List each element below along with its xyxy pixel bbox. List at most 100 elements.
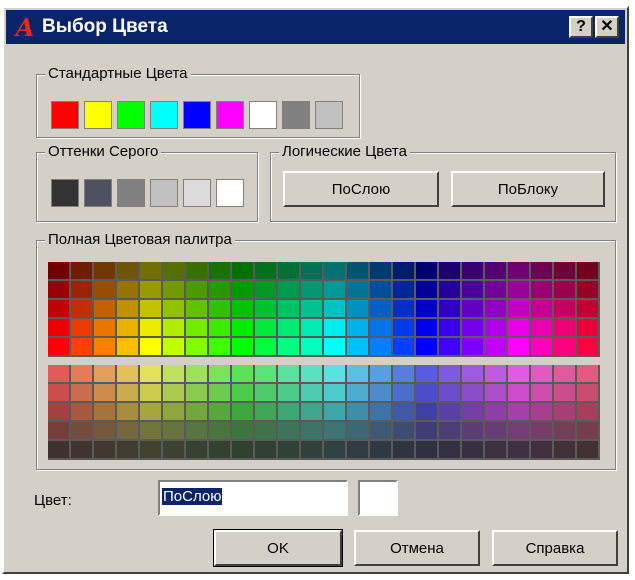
palette-color-cell[interactable] xyxy=(347,281,370,300)
ok-button[interactable]: OK xyxy=(213,529,343,567)
palette-color-cell[interactable] xyxy=(531,403,554,422)
palette-color-cell[interactable] xyxy=(209,319,232,338)
standard-color-swatch[interactable] xyxy=(150,101,178,129)
palette-color-cell[interactable] xyxy=(577,365,600,384)
palette-color-cell[interactable] xyxy=(255,281,278,300)
palette-color-cell[interactable] xyxy=(462,441,485,460)
palette-color-cell[interactable] xyxy=(416,262,439,281)
palette-color-cell[interactable] xyxy=(324,403,347,422)
palette-color-cell[interactable] xyxy=(324,422,347,441)
palette-color-cell[interactable] xyxy=(393,338,416,357)
palette-color-cell[interactable] xyxy=(416,281,439,300)
palette-color-cell[interactable] xyxy=(94,319,117,338)
gray-shade-swatch[interactable] xyxy=(51,179,79,207)
palette-color-cell[interactable] xyxy=(508,338,531,357)
palette-color-cell[interactable] xyxy=(301,441,324,460)
palette-color-cell[interactable] xyxy=(393,281,416,300)
palette-color-cell[interactable] xyxy=(232,319,255,338)
palette-color-cell[interactable] xyxy=(531,441,554,460)
palette-color-cell[interactable] xyxy=(209,262,232,281)
palette-color-cell[interactable] xyxy=(232,281,255,300)
palette-color-cell[interactable] xyxy=(554,403,577,422)
palette-color-cell[interactable] xyxy=(71,281,94,300)
palette-color-cell[interactable] xyxy=(531,338,554,357)
palette-color-cell[interactable] xyxy=(485,319,508,338)
palette-color-cell[interactable] xyxy=(485,281,508,300)
standard-color-swatch[interactable] xyxy=(249,101,277,129)
palette-color-cell[interactable] xyxy=(393,262,416,281)
palette-color-cell[interactable] xyxy=(48,338,71,357)
palette-color-cell[interactable] xyxy=(324,441,347,460)
palette-color-cell[interactable] xyxy=(48,403,71,422)
palette-color-cell[interactable] xyxy=(278,422,301,441)
byblock-button[interactable]: ПоБлоку xyxy=(451,171,605,207)
palette-color-cell[interactable] xyxy=(439,338,462,357)
palette-color-cell[interactable] xyxy=(416,338,439,357)
palette-color-cell[interactable] xyxy=(554,319,577,338)
palette-color-cell[interactable] xyxy=(577,441,600,460)
palette-color-cell[interactable] xyxy=(324,365,347,384)
close-button[interactable]: ✕ xyxy=(595,16,619,38)
palette-color-cell[interactable] xyxy=(508,422,531,441)
palette-color-cell[interactable] xyxy=(71,319,94,338)
palette-color-cell[interactable] xyxy=(508,365,531,384)
palette-color-cell[interactable] xyxy=(508,384,531,403)
palette-color-cell[interactable] xyxy=(485,262,508,281)
palette-color-cell[interactable] xyxy=(278,300,301,319)
palette-color-cell[interactable] xyxy=(186,403,209,422)
bylayer-button[interactable]: ПоСлою xyxy=(283,171,439,207)
palette-color-cell[interactable] xyxy=(416,365,439,384)
palette-color-cell[interactable] xyxy=(301,422,324,441)
gray-shade-swatch[interactable] xyxy=(117,179,145,207)
standard-color-swatch[interactable] xyxy=(117,101,145,129)
palette-color-cell[interactable] xyxy=(393,384,416,403)
palette-color-cell[interactable] xyxy=(48,300,71,319)
standard-color-swatch[interactable] xyxy=(282,101,310,129)
palette-color-cell[interactable] xyxy=(163,422,186,441)
palette-color-cell[interactable] xyxy=(370,403,393,422)
palette-color-cell[interactable] xyxy=(577,300,600,319)
palette-color-cell[interactable] xyxy=(393,441,416,460)
palette-color-cell[interactable] xyxy=(577,262,600,281)
palette-color-cell[interactable] xyxy=(439,384,462,403)
palette-color-cell[interactable] xyxy=(577,403,600,422)
palette-color-cell[interactable] xyxy=(140,319,163,338)
palette-color-cell[interactable] xyxy=(393,422,416,441)
palette-color-cell[interactable] xyxy=(439,300,462,319)
palette-color-cell[interactable] xyxy=(232,422,255,441)
palette-color-cell[interactable] xyxy=(186,262,209,281)
palette-color-cell[interactable] xyxy=(439,281,462,300)
palette-color-cell[interactable] xyxy=(163,338,186,357)
palette-color-cell[interactable] xyxy=(485,384,508,403)
palette-color-cell[interactable] xyxy=(347,441,370,460)
palette-color-cell[interactable] xyxy=(71,365,94,384)
palette-color-cell[interactable] xyxy=(232,441,255,460)
palette-color-cell[interactable] xyxy=(554,338,577,357)
cancel-button[interactable]: Отмена xyxy=(354,530,480,566)
palette-color-cell[interactable] xyxy=(278,319,301,338)
palette-color-cell[interactable] xyxy=(577,281,600,300)
palette-color-cell[interactable] xyxy=(485,300,508,319)
palette-color-cell[interactable] xyxy=(48,441,71,460)
palette-color-cell[interactable] xyxy=(347,262,370,281)
palette-color-cell[interactable] xyxy=(508,441,531,460)
palette-color-cell[interactable] xyxy=(140,403,163,422)
palette-color-cell[interactable] xyxy=(94,403,117,422)
palette-color-cell[interactable] xyxy=(278,338,301,357)
palette-color-cell[interactable] xyxy=(255,403,278,422)
palette-color-cell[interactable] xyxy=(186,422,209,441)
palette-color-cell[interactable] xyxy=(531,422,554,441)
palette-color-cell[interactable] xyxy=(71,338,94,357)
palette-color-cell[interactable] xyxy=(232,262,255,281)
palette-color-cell[interactable] xyxy=(301,365,324,384)
palette-color-cell[interactable] xyxy=(324,300,347,319)
palette-color-cell[interactable] xyxy=(209,403,232,422)
palette-color-cell[interactable] xyxy=(462,319,485,338)
palette-color-cell[interactable] xyxy=(186,384,209,403)
palette-color-cell[interactable] xyxy=(347,300,370,319)
palette-color-cell[interactable] xyxy=(531,319,554,338)
palette-color-cell[interactable] xyxy=(347,422,370,441)
palette-color-cell[interactable] xyxy=(370,262,393,281)
palette-color-cell[interactable] xyxy=(508,281,531,300)
palette-color-cell[interactable] xyxy=(186,338,209,357)
